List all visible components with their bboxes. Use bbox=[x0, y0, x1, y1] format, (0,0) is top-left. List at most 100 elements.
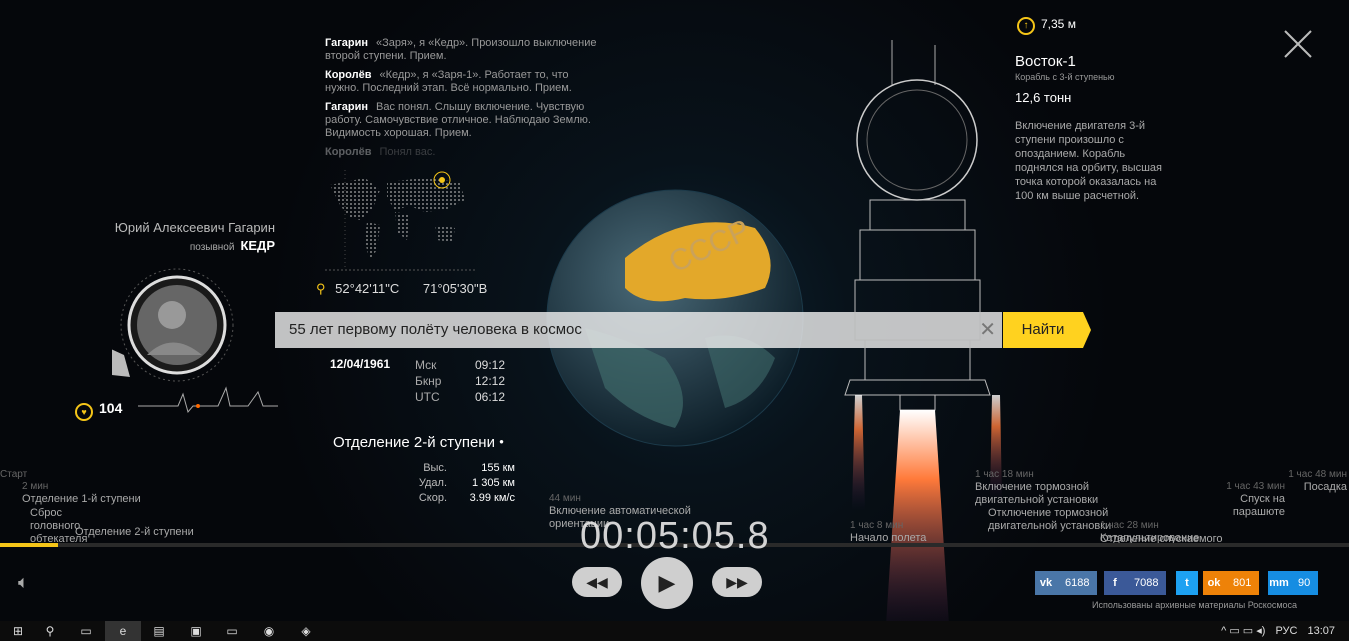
share-count: 801 bbox=[1225, 571, 1260, 595]
facebook-icon: f bbox=[1104, 571, 1126, 595]
event-label: Отделение 2-й ступени bbox=[75, 526, 194, 538]
pulse: ♥ 104 bbox=[75, 400, 122, 421]
windows-start-icon[interactable]: ⊞ bbox=[0, 621, 36, 641]
timeline-event[interactable]: 1 час 18 мин Включение тормозной двигател… bbox=[975, 468, 1115, 507]
timeline-event[interactable]: 1 час 8 мин Начало полета bbox=[850, 519, 926, 545]
share-count: 90 bbox=[1290, 571, 1319, 595]
event-label: Включение тормозной двигательной установ… bbox=[975, 481, 1099, 506]
mission-clock: 00:05:05.8 bbox=[580, 515, 770, 557]
tray-icons[interactable]: ^ ▭ ▭ ◂) bbox=[1221, 621, 1265, 641]
tz-time: 12:12 bbox=[474, 374, 505, 388]
ship-height: ↑ 7,35 м bbox=[1017, 17, 1076, 35]
tz-name: Бкнр bbox=[415, 374, 442, 388]
speaker: Королёв bbox=[325, 146, 372, 158]
search-icon[interactable]: ⚲ bbox=[32, 621, 68, 641]
tz-time: 06:12 bbox=[474, 390, 505, 404]
chrome-icon[interactable]: ◉ bbox=[251, 621, 287, 641]
store-icon[interactable]: ▣ bbox=[178, 621, 214, 641]
search-button[interactable]: Найти bbox=[1003, 312, 1091, 348]
tz-name: UTC bbox=[415, 390, 440, 404]
world-map bbox=[325, 170, 475, 271]
ship-info: Восток-1 Корабль с 3-й ступенью 12,6 тон… bbox=[1015, 53, 1175, 203]
height-value: 7,35 м bbox=[1041, 17, 1076, 31]
event-time: 44 мин bbox=[549, 493, 581, 504]
speaker: Гагарин bbox=[325, 101, 369, 113]
share-count: 6188 bbox=[1057, 571, 1098, 595]
heart-icon: ♥ bbox=[75, 403, 93, 421]
timeline-event[interactable]: 1 час 48 мин Посадка bbox=[1280, 468, 1347, 494]
app-icon[interactable]: ◈ bbox=[288, 621, 324, 641]
event-label: Отделение 1-й ступени bbox=[22, 493, 141, 505]
volume-icon[interactable]: 🔈︎ bbox=[18, 572, 29, 593]
timezone-row: Мск 09:12 bbox=[415, 357, 505, 373]
odnoklassniki-icon: ok bbox=[1203, 571, 1225, 595]
latitude: 52°42'11"С bbox=[335, 281, 400, 296]
share-twitter-button[interactable]: t bbox=[1176, 571, 1198, 595]
progress-fill bbox=[0, 543, 58, 547]
speaker: Гагарин bbox=[325, 37, 369, 49]
timezone-row: Бкнр 12:12 bbox=[415, 373, 505, 389]
transcript-line: Гагарин Вас понял. Слышу включение. Чувст… bbox=[325, 101, 600, 140]
language-indicator[interactable]: РУС bbox=[1275, 621, 1297, 641]
stage-title-text: Отделение 2-й ступени bbox=[333, 434, 495, 451]
transcript-line: Королёв Понял вас. bbox=[325, 146, 600, 159]
vk-icon: vk bbox=[1035, 571, 1057, 595]
ship-description: Включение двигателя 3-й ступени произошл… bbox=[1015, 120, 1162, 202]
event-time: 1 час 28 мин bbox=[1100, 520, 1159, 531]
pulse-graph bbox=[138, 386, 278, 414]
event-label: Спуск на парашюте bbox=[1232, 493, 1285, 518]
coordinates: ⚲ 52°42'11"С 71°05'30"В bbox=[316, 281, 487, 297]
clock[interactable]: 13:07 bbox=[1307, 621, 1335, 641]
edge-browser-icon[interactable]: e bbox=[105, 621, 141, 641]
share-mymail-button[interactable]: mm 90 bbox=[1268, 571, 1319, 595]
cosmonaut-name: Юрий Алексеевич Гагарин bbox=[114, 220, 275, 235]
share-ok-button[interactable]: ok 801 bbox=[1203, 571, 1260, 595]
close-icon[interactable] bbox=[1282, 28, 1314, 60]
timeline-event[interactable]: Отделение 2-й ступени bbox=[75, 526, 194, 539]
arrow-up-icon: ↑ bbox=[1017, 17, 1035, 35]
play-button[interactable]: ▶ bbox=[641, 557, 693, 609]
credit-text: Использованы архивные материалы Роскосмо… bbox=[1092, 600, 1298, 610]
avatar bbox=[112, 268, 234, 382]
radio-transcript: Гагарин «Заря», я «Кедр». Произошло выклю… bbox=[325, 37, 600, 165]
pulse-value: 104 bbox=[99, 400, 123, 416]
event-time: 2 мин bbox=[22, 481, 49, 492]
tz-name: Мск bbox=[415, 358, 437, 372]
longitude: 71°05'30"В bbox=[422, 281, 488, 296]
tz-time: 09:12 bbox=[474, 358, 505, 372]
share-facebook-button[interactable]: f 7088 bbox=[1104, 571, 1167, 595]
callsign-label: позывной bbox=[189, 242, 235, 253]
rewind-button[interactable]: ◀◀ bbox=[572, 567, 622, 597]
twitter-icon: t bbox=[1176, 571, 1198, 595]
share-vk-button[interactable]: vk 6188 bbox=[1035, 571, 1098, 595]
share-count: 7088 bbox=[1126, 571, 1167, 595]
task-view-icon[interactable]: ▭ bbox=[68, 621, 104, 641]
timezone-row: UTC 06:12 bbox=[415, 389, 505, 405]
event-time: 1 час 18 мин bbox=[975, 469, 1034, 480]
terminal-icon[interactable]: ▭ bbox=[214, 621, 250, 641]
message: Понял вас. bbox=[379, 146, 436, 158]
search-input[interactable]: 55 лет первому полёту человека в космос bbox=[289, 321, 582, 338]
system-tray: ^ ▭ ▭ ◂) РУС 13:07 bbox=[1211, 621, 1349, 641]
timezone-list: Мск 09:12 Бкнр 12:12 UTC 06:12 bbox=[415, 357, 505, 405]
windows-taskbar: ⊞ ⚲ ▭ e ▤ ▣ ▭ ◉ ◈ ^ ▭ ▭ ◂) РУС 13:07 bbox=[0, 621, 1349, 641]
ship-mass: 12,6 тонн bbox=[1015, 90, 1072, 105]
transcript-line: Королёв «Кедр», я «Заря-1». Работает то, … bbox=[325, 69, 600, 95]
event-time: 1 час 48 мин bbox=[1288, 469, 1347, 480]
launch-date: 12/04/1961 bbox=[330, 357, 391, 371]
speaker: Королёв bbox=[325, 69, 372, 81]
mymail-icon: mm bbox=[1268, 571, 1290, 595]
event-time: 1 час 8 мин bbox=[850, 520, 904, 531]
location-pin-icon: ⚲ bbox=[316, 281, 326, 296]
timeline-event[interactable]: 2 мин Отделение 1-й ступени bbox=[22, 480, 141, 506]
ship-subtitle: Корабль с 3-й ступенью bbox=[1015, 72, 1115, 82]
stage-title: Отделение 2-й ступени ● bbox=[333, 434, 504, 451]
forward-button[interactable]: ▶▶ bbox=[712, 567, 762, 597]
ship-name: Восток-1 bbox=[1015, 53, 1076, 70]
file-explorer-icon[interactable]: ▤ bbox=[141, 621, 177, 641]
timeline-event[interactable]: 1 час 43 мин Спуск на парашюте bbox=[1215, 480, 1285, 519]
callsign-value: КЕДР bbox=[240, 238, 275, 253]
event-label: Посадка bbox=[1303, 481, 1347, 493]
event-time: 1 час 43 мин bbox=[1226, 481, 1285, 492]
transcript-line: Гагарин «Заря», я «Кедр». Произошло выклю… bbox=[325, 37, 600, 63]
